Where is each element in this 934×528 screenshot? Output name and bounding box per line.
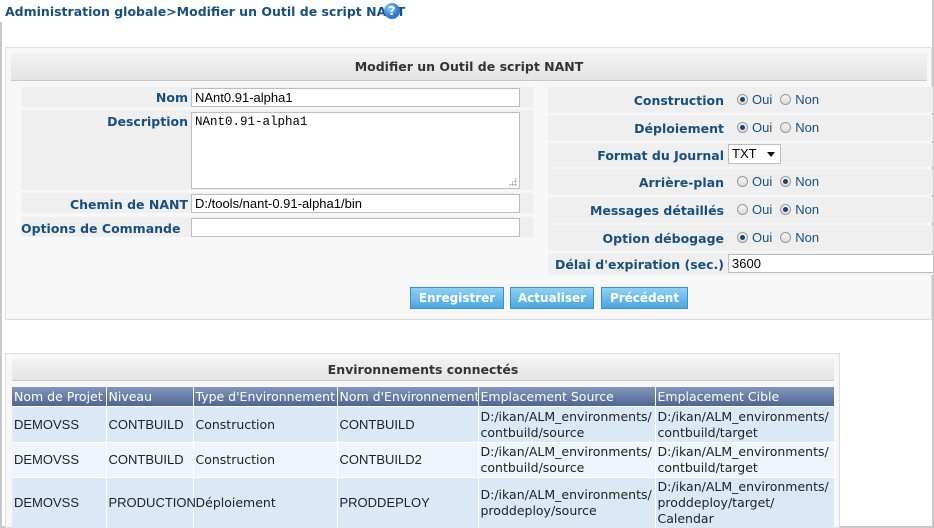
table-row[interactable]: DEMOVSS PRODUCTION Déploiement PRODDEPLO… xyxy=(12,477,835,528)
deploiement-oui-radio[interactable] xyxy=(737,122,748,133)
help-icon[interactable]: ? xyxy=(384,3,400,19)
option-label: Oui xyxy=(752,230,773,245)
chemin-input[interactable]: D:/tools/nant-0.91-alpha1/bin xyxy=(191,194,520,213)
debogage-oui-option[interactable]: Oui xyxy=(737,230,772,245)
nom-label: Nom xyxy=(155,90,188,105)
debogage-oui-radio[interactable] xyxy=(737,232,748,243)
delai-input[interactable]: 3600 xyxy=(728,254,933,273)
arriere-plan-radio-group: Oui Non xyxy=(737,174,827,189)
cell-env-name: CONTBUILD2 xyxy=(337,442,479,478)
cell-level: CONTBUILD xyxy=(106,442,194,478)
cell-env-type: Déploiement xyxy=(193,477,338,528)
option-label: Oui xyxy=(752,120,773,135)
nom-input[interactable]: NAnt0.91-alpha1 xyxy=(191,88,520,107)
option-label: Non xyxy=(795,230,820,245)
chemin-label: Chemin de NANT xyxy=(69,197,188,212)
resize-grip-icon[interactable] xyxy=(508,177,517,186)
description-textarea[interactable]: NAnt0.91-alpha1 xyxy=(191,112,520,189)
messages-radio-group: Oui Non xyxy=(737,202,827,217)
environments-title: Environnements connectés xyxy=(12,359,834,381)
option-label: Non xyxy=(795,174,820,189)
cell-level: CONTBUILD xyxy=(106,406,194,443)
table-row[interactable]: DEMOVSS CONTBUILD Construction CONTBUILD… xyxy=(12,406,835,443)
cell-source: D:/ikan/ALM_environments/ contbuild/sour… xyxy=(478,442,656,478)
column-header[interactable]: Type d'Environnement xyxy=(193,387,338,407)
construction-label: Construction xyxy=(633,93,724,108)
options-label: Options de Commande xyxy=(21,221,181,236)
construction-oui-radio[interactable] xyxy=(737,94,748,105)
deploiement-oui-option[interactable]: Oui xyxy=(737,120,772,135)
cell-target: D:/ikan/ALM_environments/ contbuild/targ… xyxy=(655,442,835,478)
cell-level: PRODUCTION xyxy=(106,477,196,528)
delai-label: Délai d'expiration (sec.) xyxy=(555,257,724,272)
window-border-left xyxy=(0,22,2,528)
chevron-down-icon xyxy=(767,152,775,157)
option-label: Non xyxy=(795,92,820,107)
cell-project: DEMOVSS xyxy=(12,477,107,528)
description-value: NAnt0.91-alpha1 xyxy=(195,115,308,129)
debogage-radio-group: Oui Non xyxy=(737,230,827,245)
cell-env-name: PRODDEPLOY xyxy=(337,477,479,528)
table-header-row: Nom de Projet Niveau Type d'Environnemen… xyxy=(12,387,835,407)
messages-non-radio[interactable] xyxy=(780,204,792,215)
column-header[interactable]: Nom d'Environnement xyxy=(337,387,479,407)
arriere-plan-label: Arrière-plan xyxy=(638,175,724,190)
construction-radio-group: Oui Non xyxy=(737,92,827,107)
messages-non-option[interactable]: Non xyxy=(780,202,819,217)
save-button[interactable]: Enregistrer xyxy=(410,287,504,309)
cell-source: D:/ikan/ALM_environments/ proddeploy/sou… xyxy=(478,477,656,528)
column-header[interactable]: Niveau xyxy=(106,387,194,407)
debogage-label: Option débogage xyxy=(602,231,724,246)
column-header[interactable]: Nom de Projet xyxy=(12,387,107,407)
cell-project: DEMOVSS xyxy=(12,406,107,443)
deploiement-non-option[interactable]: Non xyxy=(780,120,819,135)
breadcrumb[interactable]: Administration globale>Modifier un Outil… xyxy=(5,4,405,19)
column-header[interactable]: Emplacement Source xyxy=(478,387,656,407)
format-value: TXT xyxy=(732,146,757,161)
construction-non-radio[interactable] xyxy=(780,94,792,105)
deploiement-radio-group: Oui Non xyxy=(737,120,827,135)
deploiement-label: Déploiement xyxy=(634,121,724,136)
cell-env-name: CONTBUILD xyxy=(337,406,479,443)
cell-source: D:/ikan/ALM_environments/ contbuild/sour… xyxy=(478,406,656,443)
arriere-plan-oui-option[interactable]: Oui xyxy=(737,174,772,189)
refresh-button[interactable]: Actualiser xyxy=(510,287,594,309)
cell-env-type: Construction xyxy=(193,406,338,443)
cell-project: DEMOVSS xyxy=(12,442,107,478)
construction-non-option[interactable]: Non xyxy=(780,92,819,107)
column-header[interactable]: Emplacement Cible xyxy=(655,387,835,407)
option-label: Oui xyxy=(752,174,773,189)
edit-tool-panel: Modifier un Outil de script NANT Nom NAn… xyxy=(5,47,933,320)
arriere-plan-non-option[interactable]: Non xyxy=(780,174,819,189)
environments-table: Nom de Projet Niveau Type d'Environnemen… xyxy=(12,387,835,528)
connected-environments-panel: Environnements connectés Nom de Projet N… xyxy=(5,353,840,528)
arriere-plan-oui-radio[interactable] xyxy=(737,176,748,187)
messages-oui-option[interactable]: Oui xyxy=(737,202,772,217)
cell-target: D:/ikan/ALM_environments/ proddeploy/tar… xyxy=(655,477,835,528)
deploiement-non-radio[interactable] xyxy=(780,122,792,133)
option-label: Non xyxy=(795,120,820,135)
messages-label: Messages détaillés xyxy=(589,203,724,218)
back-button[interactable]: Précédent xyxy=(601,287,688,309)
options-input[interactable] xyxy=(191,218,520,237)
option-label: Oui xyxy=(752,202,773,217)
description-label: Description xyxy=(107,114,188,129)
messages-oui-radio[interactable] xyxy=(737,204,748,215)
table-row[interactable]: DEMOVSS CONTBUILD Construction CONTBUILD… xyxy=(12,442,835,478)
arriere-plan-non-radio[interactable] xyxy=(780,176,792,187)
format-label: Format du Journal xyxy=(597,148,724,163)
cell-target: D:/ikan/ALM_environments/ contbuild/targ… xyxy=(655,406,835,443)
format-select[interactable]: TXT xyxy=(728,144,781,164)
panel-title: Modifier un Outil de script NANT xyxy=(11,53,927,81)
construction-oui-option[interactable]: Oui xyxy=(737,92,772,107)
debogage-non-option[interactable]: Non xyxy=(780,230,819,245)
option-label: Non xyxy=(795,202,820,217)
option-label: Oui xyxy=(752,92,773,107)
cell-env-type: Construction xyxy=(193,442,338,478)
debogage-non-radio[interactable] xyxy=(780,232,792,243)
